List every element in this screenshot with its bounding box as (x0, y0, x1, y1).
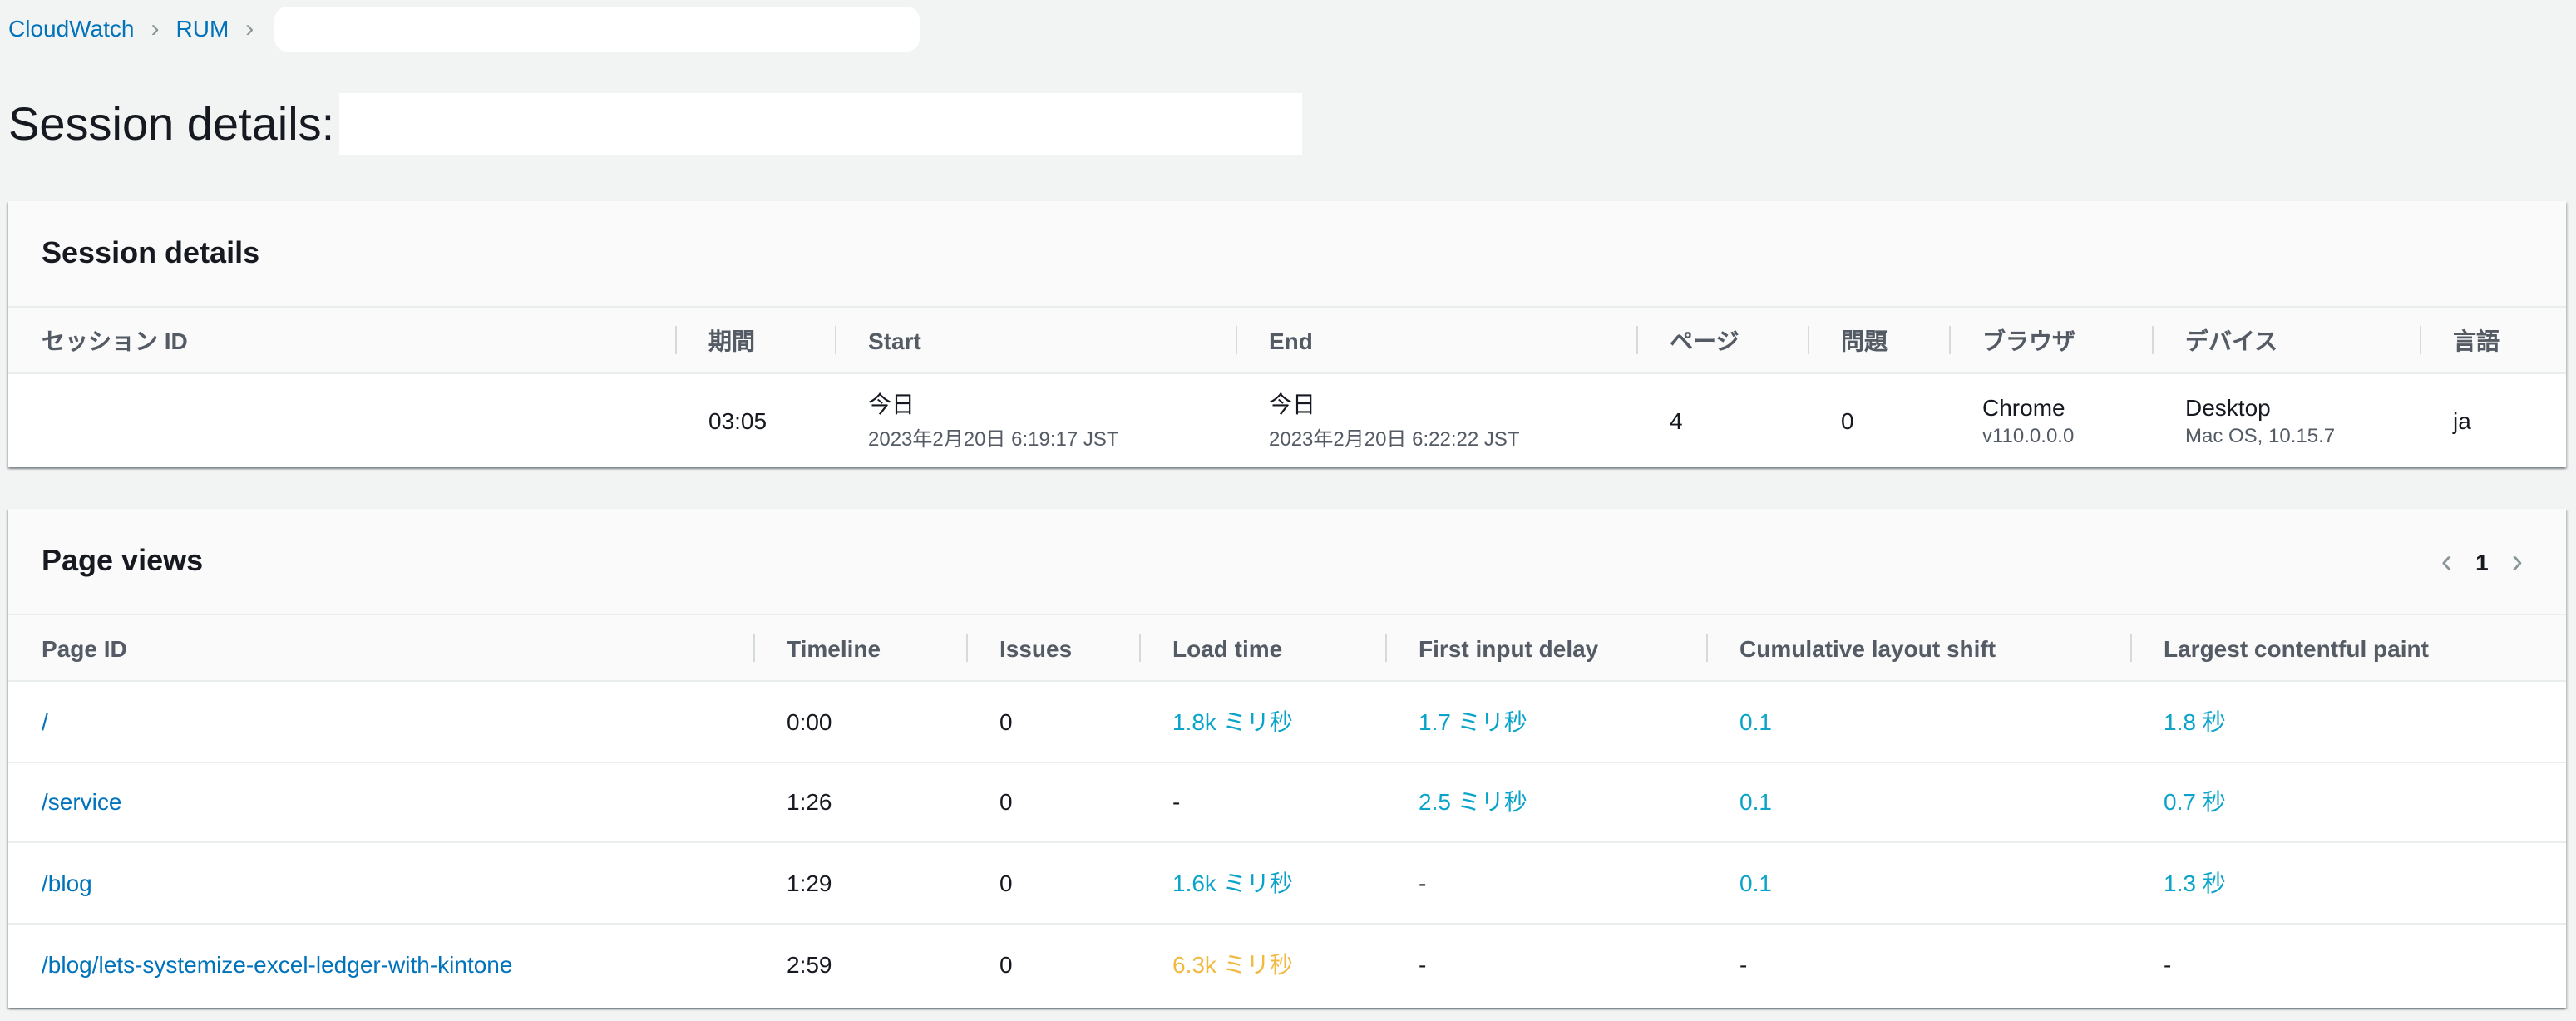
load-time-cell: - (1139, 761, 1385, 842)
column-header: 期間 (675, 308, 835, 374)
timeline-cell: 1:29 (753, 841, 966, 923)
page-id-link[interactable]: /blog/lets-systemize-excel-ledger-with-k… (8, 922, 753, 1004)
column-header: 言語 (2420, 308, 2566, 374)
breadcrumb: CloudWatch › RUM › (8, 6, 920, 51)
page-views-header: Page views ‹ 1 › (8, 509, 2566, 615)
chevron-right-icon[interactable]: › (2512, 545, 2523, 578)
column-header: Start (835, 308, 1236, 374)
breadcrumb-redacted-current (274, 6, 920, 51)
lcp-link[interactable]: 1.3 秒 (2130, 841, 2566, 923)
end-timestamp: 2023年2月20日 6:22:22 JST (1269, 427, 1520, 451)
lcp-link[interactable]: 0.7 秒 (2130, 761, 2566, 842)
end-day: 今日 (1269, 391, 1315, 417)
column-header: Load time (1139, 615, 1385, 682)
language-cell: ja (2453, 407, 2471, 433)
current-page-number[interactable]: 1 (2475, 548, 2489, 575)
first-input-delay-cell: - (1385, 922, 1706, 1004)
page-title: Session details: (8, 97, 335, 149)
device-cell: Desktop Mac OS, 10.15.7 (2152, 373, 2420, 466)
column-header: Cumulative layout shift (1706, 615, 2130, 682)
table-row: 03:05 今日 2023年2月20日 6:19:17 JST 今日 2023年… (8, 373, 2566, 466)
browser-version: v110.0.0.0 (1982, 423, 2075, 446)
page-views-table: Page ID Timeline Issues Load time First … (8, 615, 2566, 1004)
issues-cell: 0 (966, 922, 1139, 1004)
breadcrumb-rum-link[interactable]: RUM (176, 15, 229, 42)
chevron-right-icon: › (245, 14, 254, 42)
lcp-link[interactable]: 1.8 秒 (2130, 681, 2566, 762)
session-details-panel: Session details セッション ID 期間 Start End ペー… (8, 201, 2566, 467)
table-row: /blog 1:29 0 1.6k ミリ秒 - 0.1 1.3 秒 (8, 841, 2566, 923)
column-header: End (1236, 308, 1636, 374)
start-timestamp: 2023年2月20日 6:19:17 JST (868, 427, 1119, 451)
page-header: Session details: (8, 93, 1303, 155)
pagination: ‹ 1 › (2441, 545, 2523, 578)
start-cell: 今日 2023年2月20日 6:19:17 JST (835, 373, 1236, 466)
end-cell: 今日 2023年2月20日 6:22:22 JST (1236, 373, 1636, 466)
load-time-warning-link[interactable]: 6.3k ミリ秒 (1139, 922, 1385, 1004)
lcp-cell: - (2130, 922, 2566, 1004)
page-views-panel: Page views ‹ 1 › Page ID Timeline Issues… (8, 509, 2566, 1008)
chevron-right-icon: › (151, 14, 160, 42)
timeline-cell: 1:26 (753, 761, 966, 842)
browser-cell: Chrome v110.0.0.0 (1949, 373, 2152, 466)
table-row: /service 1:26 0 - 2.5 ミリ秒 0.1 0.7 秒 (8, 761, 2566, 842)
page-views-header-row: Page ID Timeline Issues Load time First … (8, 615, 2566, 682)
first-input-delay-link[interactable]: 1.7 ミリ秒 (1385, 681, 1706, 762)
session-details-title: Session details (42, 236, 260, 269)
timeline-cell: 2:59 (753, 922, 966, 1004)
page-id-link[interactable]: /blog (8, 841, 753, 923)
column-header: First input delay (1385, 615, 1706, 682)
load-time-link[interactable]: 1.8k ミリ秒 (1139, 681, 1385, 762)
first-input-delay-cell: - (1385, 841, 1706, 923)
page-title-redacted (339, 93, 1303, 155)
issues-cell: 0 (1841, 407, 1854, 433)
column-header: ページ (1636, 308, 1808, 374)
cls-cell: - (1706, 922, 2130, 1004)
start-day: 今日 (868, 391, 915, 417)
session-table-header-row: セッション ID 期間 Start End ページ 問題 ブラウザ デバイス 言… (8, 308, 2566, 374)
cls-link[interactable]: 0.1 (1706, 841, 2130, 923)
first-input-delay-link[interactable]: 2.5 ミリ秒 (1385, 761, 1706, 842)
table-row: /blog/lets-systemize-excel-ledger-with-k… (8, 922, 2566, 1004)
issues-cell: 0 (966, 761, 1139, 842)
table-row: / 0:00 0 1.8k ミリ秒 1.7 ミリ秒 0.1 1.8 秒 (8, 681, 2566, 762)
pages-cell: 4 (1670, 407, 1683, 433)
session-details-header: Session details (8, 201, 2566, 308)
duration-cell: 03:05 (708, 407, 767, 433)
column-header: 問題 (1808, 308, 1949, 374)
device-os: Mac OS, 10.15.7 (2185, 423, 2336, 446)
column-header: セッション ID (8, 308, 675, 374)
cls-link[interactable]: 0.1 (1706, 681, 2130, 762)
column-header: ブラウザ (1949, 308, 2152, 374)
page-views-title: Page views (42, 544, 204, 577)
page-id-link[interactable]: /service (8, 761, 753, 842)
load-time-link[interactable]: 1.6k ミリ秒 (1139, 841, 1385, 923)
page-id-link[interactable]: / (8, 681, 753, 762)
session-id-cell (8, 373, 675, 466)
column-header: Issues (966, 615, 1139, 682)
column-header: Page ID (8, 615, 753, 682)
device-type: Desktop (2185, 393, 2271, 420)
issues-cell: 0 (999, 708, 1013, 735)
chevron-left-icon[interactable]: ‹ (2441, 545, 2452, 578)
column-header: デバイス (2152, 308, 2420, 374)
timeline-cell: 0:00 (787, 708, 832, 735)
session-details-table: セッション ID 期間 Start End ページ 問題 ブラウザ デバイス 言… (8, 308, 2566, 466)
browser-name: Chrome (1982, 393, 2065, 420)
column-header: Largest contentful paint (2130, 615, 2566, 682)
issues-cell: 0 (966, 841, 1139, 923)
column-header: Timeline (753, 615, 966, 682)
breadcrumb-cloudwatch-link[interactable]: CloudWatch (8, 15, 135, 42)
cls-link[interactable]: 0.1 (1706, 761, 2130, 842)
